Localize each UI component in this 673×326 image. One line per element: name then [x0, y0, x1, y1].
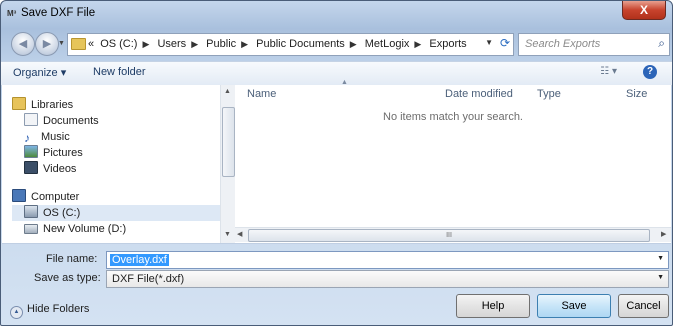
- app-icon: M³: [7, 9, 17, 18]
- chevron-right-icon[interactable]: ▶: [350, 39, 357, 49]
- save-as-type-select[interactable]: DXF File(*.dxf) ▼: [106, 270, 669, 288]
- nav-item-pictures[interactable]: Pictures: [24, 145, 83, 161]
- nav-item-os-drive[interactable]: OS (C:): [12, 205, 220, 221]
- empty-message: No items match your search.: [383, 111, 523, 123]
- save-button[interactable]: Save: [537, 294, 611, 318]
- horizontal-scrollbar[interactable]: ◀ III ▶: [235, 227, 671, 242]
- window-title: Save DXF File: [21, 7, 96, 19]
- command-bar: Organize ▾ New folder ☷ ▾ ?: [1, 61, 672, 86]
- search-placeholder: Search Exports: [525, 38, 601, 50]
- refresh-icon[interactable]: ⟳: [500, 36, 510, 50]
- title-bar[interactable]: M³ Save DXF File X: [1, 1, 672, 27]
- chevron-up-icon: ▲: [10, 306, 23, 319]
- nav-label: OS (C:): [43, 207, 81, 219]
- hide-folders-label: Hide Folders: [27, 303, 90, 315]
- nav-item-new-volume[interactable]: New Volume (D:): [24, 221, 126, 237]
- browser-pane: Libraries Documents ♪ Music Pictures Vide…: [2, 79, 671, 244]
- recent-pages-dropdown-icon[interactable]: ▼: [58, 40, 65, 47]
- address-row: ◀ ▶ ▼ « OS (C:) ▶ Users ▶ Public ▶ Public D…: [1, 30, 672, 58]
- sort-ascending-icon: ▲: [341, 79, 348, 86]
- file-name-input[interactable]: Overlay.dxf ▼: [106, 251, 669, 269]
- column-header-name[interactable]: Name: [247, 85, 276, 103]
- scroll-right-icon[interactable]: ▶: [661, 230, 666, 238]
- breadcrumb-public-documents[interactable]: Public Documents: [256, 38, 345, 50]
- drive-icon: [24, 224, 38, 234]
- help-button[interactable]: Help: [456, 294, 530, 318]
- folder-icon: [71, 38, 86, 50]
- file-name-label: File name:: [46, 253, 98, 265]
- chevron-right-icon[interactable]: ▶: [241, 39, 248, 49]
- pictures-icon: [24, 145, 38, 158]
- column-header-date-modified[interactable]: Date modified: [445, 85, 513, 103]
- file-name-dropdown-icon[interactable]: ▼: [657, 255, 664, 262]
- hide-folders-button[interactable]: ▲ Hide Folders: [10, 303, 89, 319]
- new-folder-button[interactable]: New folder: [93, 66, 146, 78]
- chevron-right-icon[interactable]: ▶: [142, 39, 149, 49]
- views-icon[interactable]: ☷ ▾: [600, 66, 617, 77]
- nav-item-libraries[interactable]: Libraries: [12, 97, 73, 113]
- scroll-thumb[interactable]: III: [248, 229, 650, 242]
- search-icon[interactable]: ⌕: [658, 36, 665, 51]
- forward-arrow-icon: ▶: [42, 38, 52, 50]
- navigation-scrollbar[interactable]: ▲ ▼: [220, 85, 235, 243]
- nav-item-music[interactable]: ♪ Music: [24, 129, 70, 145]
- breadcrumb-users[interactable]: Users: [157, 38, 186, 50]
- breadcrumb-exports[interactable]: Exports: [429, 38, 466, 50]
- breadcrumb-public[interactable]: Public: [206, 38, 236, 50]
- cancel-button[interactable]: Cancel: [618, 294, 669, 318]
- nav-label: Pictures: [43, 147, 83, 159]
- organize-menu[interactable]: Organize ▾: [13, 66, 66, 79]
- help-icon[interactable]: ?: [643, 65, 657, 79]
- nav-label: Libraries: [31, 99, 74, 111]
- column-header-type[interactable]: Type: [537, 85, 561, 103]
- chevron-right-icon[interactable]: ▶: [191, 39, 198, 49]
- search-input[interactable]: Search Exports ⌕: [518, 33, 670, 56]
- breadcrumb-overflow[interactable]: «: [88, 38, 94, 50]
- music-icon: ♪: [24, 131, 30, 145]
- scroll-down-icon[interactable]: ▼: [224, 231, 231, 238]
- back-button[interactable]: ◀: [11, 32, 35, 56]
- breadcrumb: « OS (C:) ▶ Users ▶ Public ▶ Public Documen…: [88, 38, 470, 50]
- forward-button[interactable]: ▶: [35, 32, 59, 56]
- scroll-up-icon[interactable]: ▲: [224, 88, 231, 95]
- nav-label: Documents: [43, 115, 99, 127]
- nav-label: Music: [41, 131, 70, 143]
- breadcrumb-metlogix[interactable]: MetLogix: [365, 38, 410, 50]
- navigation-pane: Libraries Documents ♪ Music Pictures Vide…: [2, 85, 220, 243]
- scroll-left-icon[interactable]: ◀: [237, 230, 242, 238]
- breadcrumb-os-drive[interactable]: OS (C:): [100, 38, 137, 50]
- scroll-thumb[interactable]: [222, 107, 235, 177]
- nav-item-documents[interactable]: Documents: [24, 113, 99, 129]
- save-as-type-label: Save as type:: [34, 272, 101, 284]
- back-arrow-icon: ◀: [18, 38, 28, 50]
- documents-icon: [24, 113, 38, 126]
- drive-icon: [24, 205, 38, 218]
- file-list: ▲ Name Date modified Type Size No items …: [235, 79, 671, 243]
- save-as-type-dropdown-icon[interactable]: ▼: [657, 274, 664, 281]
- column-header-size[interactable]: Size: [626, 85, 647, 103]
- file-name-value[interactable]: Overlay.dxf: [110, 254, 169, 266]
- nav-label: Videos: [43, 163, 77, 175]
- nav-item-videos[interactable]: Videos: [24, 161, 76, 177]
- videos-icon: [24, 161, 38, 174]
- save-dialog-window: M³ Save DXF File X ◀ ▶ ▼ « OS (C:) ▶ User…: [0, 0, 673, 326]
- address-bar[interactable]: « OS (C:) ▶ Users ▶ Public ▶ Public Documen…: [67, 33, 514, 56]
- chevron-right-icon[interactable]: ▶: [414, 39, 421, 49]
- save-as-type-value: DXF File(*.dxf): [112, 273, 185, 285]
- nav-label: New Volume (D:): [43, 223, 127, 235]
- address-dropdown-icon[interactable]: ▼: [485, 38, 493, 47]
- libraries-icon: [12, 97, 26, 110]
- computer-icon: [12, 189, 26, 202]
- nav-item-computer[interactable]: Computer: [12, 189, 79, 205]
- close-button[interactable]: X: [622, 1, 666, 20]
- nav-label: Computer: [31, 191, 80, 203]
